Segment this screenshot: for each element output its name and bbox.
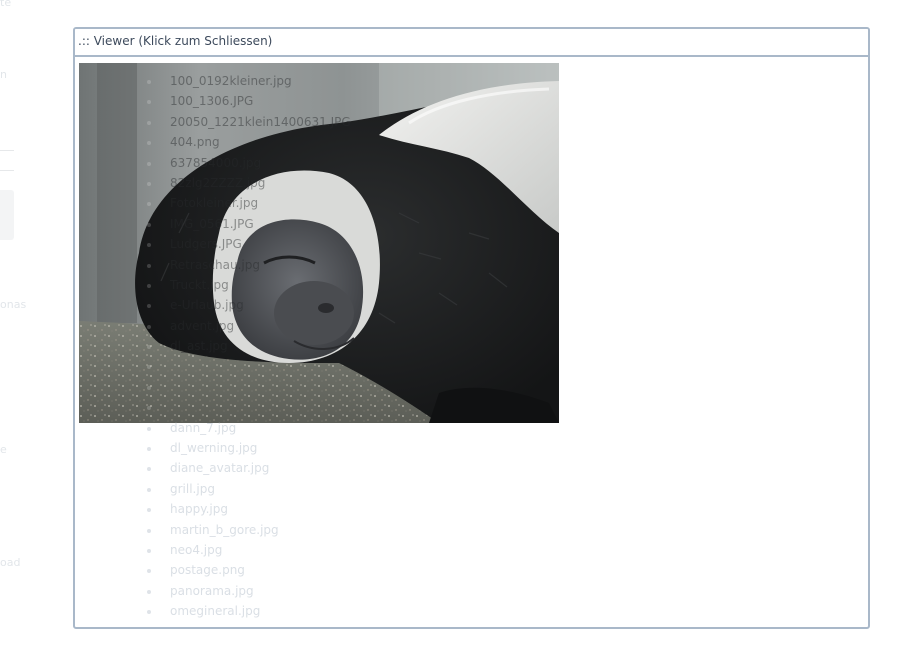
background-text-fragment: e bbox=[0, 443, 7, 456]
viewer-titlebar[interactable]: .:: Viewer (Klick zum Schliessen) bbox=[75, 29, 868, 57]
file-list-item[interactable]: grill.jpg bbox=[147, 479, 351, 499]
viewer-title[interactable]: .:: Viewer (Klick zum Schliessen) bbox=[78, 34, 272, 48]
screen: te n onas e oad .:: Viewer (Klick zum Sc… bbox=[0, 0, 921, 655]
background-divider bbox=[0, 150, 14, 151]
background-divider bbox=[0, 170, 14, 171]
file-list-item[interactable]: martin_b_gore.jpg bbox=[147, 520, 351, 540]
file-list-item[interactable]: panorama.jpg bbox=[147, 581, 351, 601]
file-list-item[interactable]: postage.png bbox=[147, 560, 351, 580]
file-list-item[interactable]: dl_werning.jpg bbox=[147, 438, 351, 458]
file-list-item[interactable]: omegineral.jpg bbox=[147, 601, 351, 621]
file-list-item[interactable]: neo4.jpg bbox=[147, 540, 351, 560]
file-list-item[interactable]: diane_avatar.jpg bbox=[147, 458, 351, 478]
background-button bbox=[0, 190, 14, 240]
file-list-item[interactable]: happy.jpg bbox=[147, 499, 351, 519]
monkey-photo bbox=[79, 63, 559, 423]
background-text-fragment: n bbox=[0, 68, 7, 81]
background-text-fragment: onas bbox=[0, 298, 27, 311]
viewer-image[interactable]: 100_0192kleiner.jpg 100_1306.JPG 20050_122… bbox=[79, 63, 559, 423]
background-text-fragment: te bbox=[0, 0, 12, 9]
image-viewer-window[interactable]: .:: Viewer (Klick zum Schliessen) 100_01… bbox=[73, 27, 870, 629]
background-text-fragment: oad bbox=[0, 556, 21, 569]
